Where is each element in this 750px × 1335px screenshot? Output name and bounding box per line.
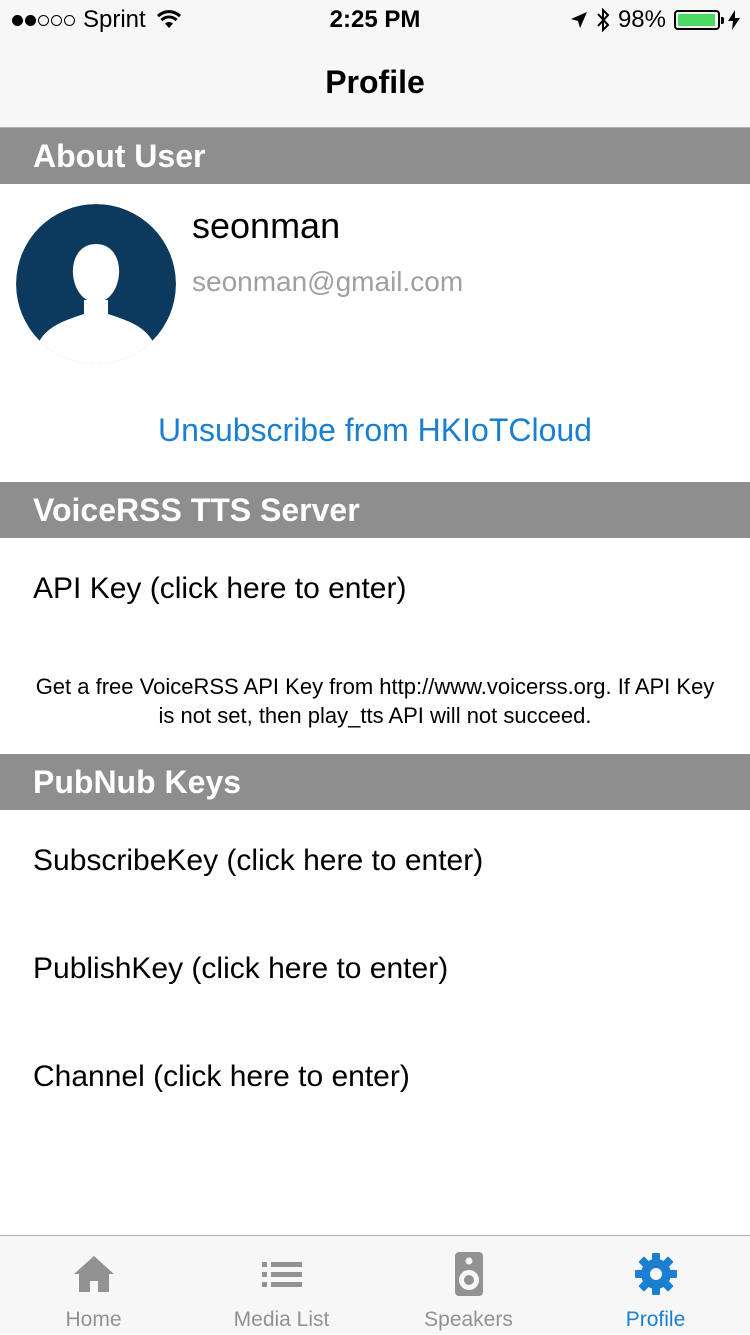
tab-profile[interactable]: Profile	[562, 1236, 749, 1335]
avatar	[16, 204, 176, 364]
battery-percent: 98%	[617, 6, 666, 33]
user-name: seonman	[192, 205, 341, 246]
tab-speakers-label: Speakers	[424, 1308, 513, 1331]
api-key-note: Get a free VoiceRSS API Key from http://…	[35, 674, 715, 728]
channel-field[interactable]: Channel (click here to enter)	[33, 1060, 410, 1094]
status-right: 98%	[562, 6, 740, 34]
location-arrow-icon	[570, 12, 587, 28]
section-header-about-user: About User	[0, 128, 750, 184]
navigation-bar: Profile	[0, 40, 750, 128]
status-bar: Sprint 2:25 PM 98%	[0, 0, 750, 40]
section-header-pubnub: PubNub Keys	[0, 754, 750, 810]
list-icon	[261, 1262, 302, 1287]
tab-bar: Home Media List Speakers Profile	[0, 1235, 750, 1334]
gear-icon	[634, 1253, 677, 1295]
user-silhouette-icon	[16, 204, 176, 364]
bluetooth-icon	[597, 8, 610, 32]
tab-home-label: Home	[65, 1308, 122, 1331]
battery-icon	[674, 10, 724, 30]
subscribe-key-field[interactable]: SubscribeKey (click here to enter)	[33, 844, 483, 878]
tab-speakers[interactable]: Speakers	[375, 1236, 562, 1335]
api-key-field[interactable]: API Key (click here to enter)	[33, 572, 406, 606]
speaker-icon	[454, 1252, 483, 1296]
tab-home[interactable]: Home	[0, 1236, 187, 1335]
page-title: Profile	[325, 64, 425, 100]
tab-media-list[interactable]: Media List	[188, 1236, 375, 1335]
tab-profile-label: Profile	[625, 1308, 686, 1331]
unsubscribe-button[interactable]: Unsubscribe from HKIoTCloud	[0, 412, 750, 449]
home-icon	[73, 1256, 114, 1292]
publish-key-field[interactable]: PublishKey (click here to enter)	[33, 952, 448, 986]
section-header-voicerss: VoiceRSS TTS Server	[0, 482, 750, 538]
tab-media-list-label: Media List	[233, 1308, 330, 1331]
user-email: seonman@gmail.com	[192, 266, 464, 297]
charging-bolt-icon	[728, 10, 740, 30]
